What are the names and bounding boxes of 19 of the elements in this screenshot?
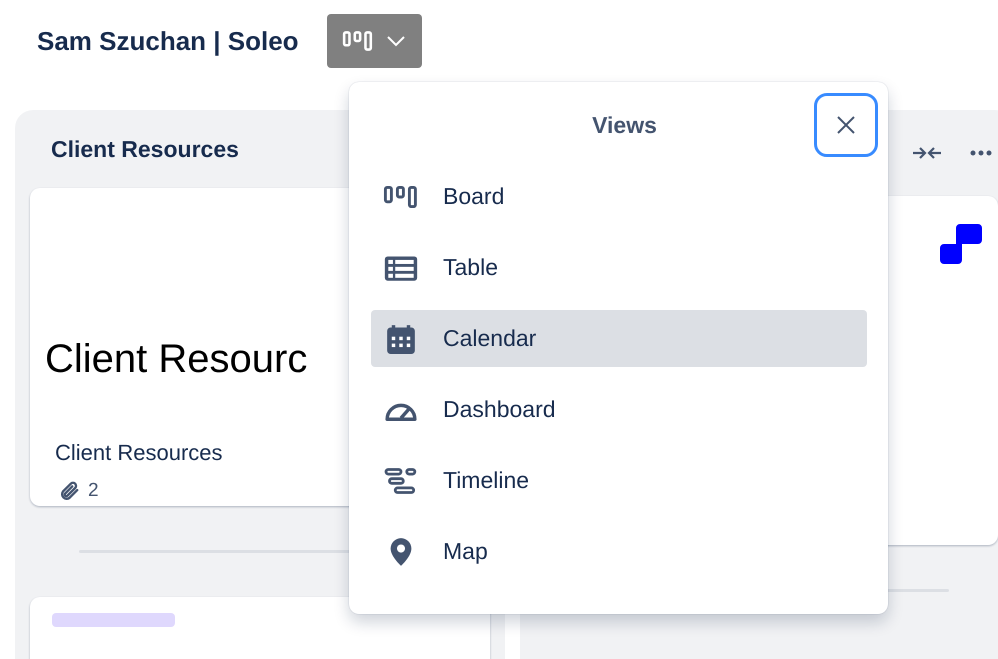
board-icon (383, 184, 419, 208)
more-icon[interactable] (970, 150, 992, 156)
close-icon (836, 115, 856, 135)
board-icon (342, 30, 374, 52)
collapse-icon[interactable] (912, 145, 942, 161)
attachment-count: 2 (88, 480, 99, 502)
card-title: Client Resources (54, 439, 224, 466)
chevron-down-icon (386, 35, 406, 47)
cover-text: Client Resourc (45, 337, 308, 382)
list-title: Client Resources (51, 136, 239, 163)
view-menu-item[interactable]: Calendar (371, 310, 867, 367)
paperclip-icon (58, 480, 80, 502)
board-title: Sam Szuchan | Soleo (37, 26, 299, 56)
view-menu-item[interactable]: Map (371, 523, 867, 580)
close-button[interactable] (814, 93, 878, 157)
timeline-icon (383, 466, 419, 496)
logo-icon (940, 222, 982, 264)
popup-title: Views (592, 112, 657, 138)
view-switcher-button[interactable] (326, 14, 422, 68)
